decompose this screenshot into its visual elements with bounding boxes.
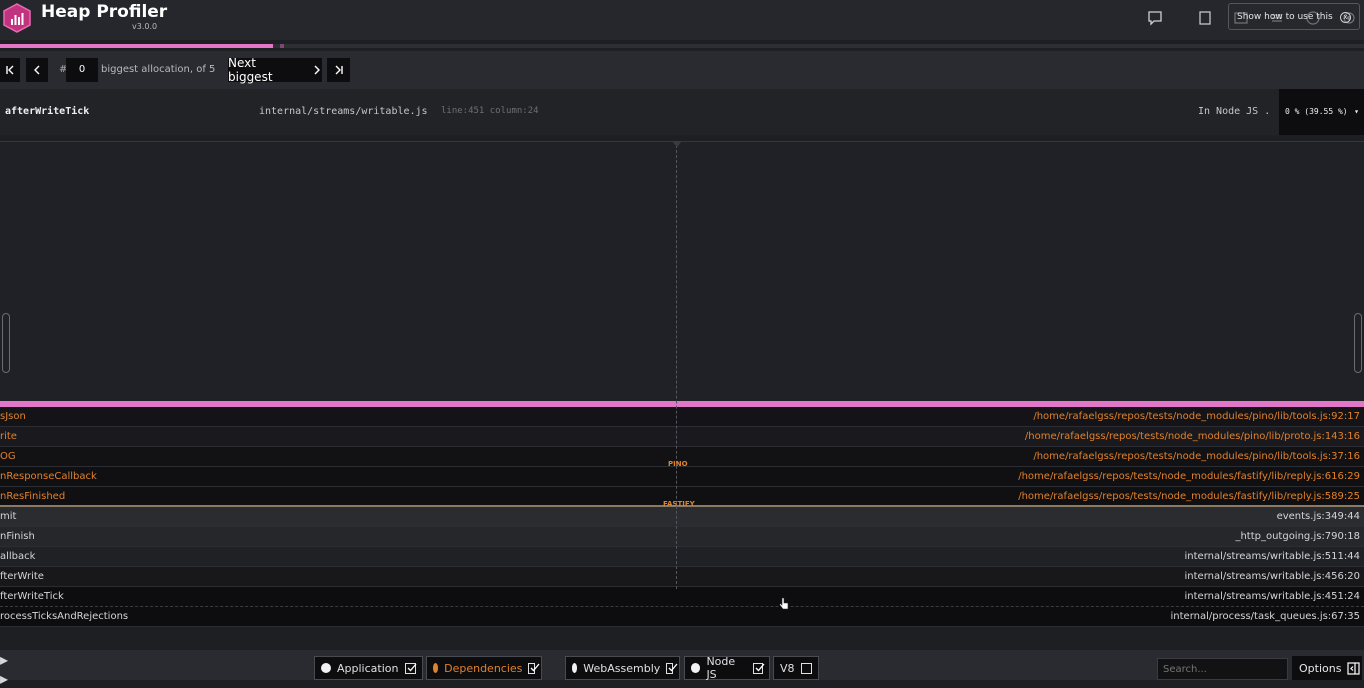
options-button[interactable]: Options xyxy=(1292,656,1362,680)
stack-frame-path: /home/rafaelgss/repos/tests/node_modules… xyxy=(1018,491,1360,502)
how-to-use-tooltip[interactable]: Show how to use this x xyxy=(1228,3,1360,30)
webassembly-checkbox-icon[interactable] xyxy=(666,662,678,674)
stack-frame-path: /home/rafaelgss/repos/tests/node_modules… xyxy=(1018,471,1360,482)
stack-frame-path: internal/streams/writable.js:456:20 xyxy=(1184,571,1360,582)
frame-percent-dropdown[interactable]: 0 % (39.55 %) ▾ xyxy=(1279,89,1364,135)
close-icon[interactable]: x xyxy=(1340,12,1351,23)
search-input[interactable] xyxy=(1157,658,1288,680)
next-biggest-button[interactable]: Next biggest xyxy=(228,56,322,84)
filter-nodejs[interactable]: Node JS xyxy=(684,655,770,681)
allocation-navigation: # 0 biggest allocation, of 5 Next bigges… xyxy=(0,51,1364,89)
stack-frame-function: fterWriteTick xyxy=(0,591,64,602)
stack-frame-row[interactable]: fterWrite internal/streams/writable.js:45… xyxy=(0,567,1364,587)
caret-down-icon: ▾ xyxy=(1354,107,1359,116)
frame-function-name: afterWriteTick xyxy=(5,106,90,117)
stack-frame-function: fterWrite xyxy=(0,571,44,582)
nodejs-dot-icon xyxy=(691,663,701,673)
group-label-pino: PINO xyxy=(668,460,688,468)
stack-frame-function: mit xyxy=(0,511,17,522)
nodejs-checkbox-icon[interactable] xyxy=(752,662,764,674)
stack-frame-path: internal/streams/writable.js:511:44 xyxy=(1184,551,1360,562)
scroll-handle-left[interactable] xyxy=(2,313,10,373)
first-page-icon[interactable] xyxy=(0,58,20,82)
stack-frame-function: OG xyxy=(0,451,16,462)
stack-frame-row[interactable]: rite/home/rafaelgss/repos/tests/node_mod… xyxy=(0,427,1364,447)
allocation-description: biggest allocation, of 5 xyxy=(101,64,216,75)
stack-frame-function: nResFinished xyxy=(0,491,66,502)
center-guide-cap xyxy=(672,141,682,147)
panel-icon[interactable] xyxy=(1194,7,1216,29)
scroll-handle-right[interactable] xyxy=(1354,313,1362,373)
next-biggest-label: Next biggest xyxy=(228,56,273,84)
stack-frame-row[interactable]: rocessTicksAndRejections internal/process… xyxy=(0,607,1364,627)
dependencies-checkbox-icon[interactable] xyxy=(528,662,540,674)
app-title: Heap Profiler xyxy=(41,2,168,22)
stack-frame-row[interactable]: mit events.js:349:44 xyxy=(0,507,1364,527)
webassembly-dot-icon xyxy=(572,663,578,673)
app-version: v3.0.0 xyxy=(132,22,158,31)
application-checkbox-icon[interactable] xyxy=(405,662,417,674)
stack-frame-row[interactable]: nResponseCallback/home/rafaelgss/repos/t… xyxy=(0,467,1364,487)
stack-frame-path: /home/rafaelgss/repos/tests/node_modules… xyxy=(1024,431,1360,442)
previous-icon[interactable] xyxy=(26,58,48,82)
dependencies-label: Dependencies xyxy=(444,661,523,675)
stack-frame-path: internal/process/task_queues.js:67:35 xyxy=(1170,611,1360,622)
stack-trace-list: sJson/home/rafaelgss/repos/tests/node_mo… xyxy=(0,407,1364,627)
stack-frame-path: internal/streams/writable.js:451:24 xyxy=(1184,591,1360,602)
frame-percent-value: 0 % (39.55 %) xyxy=(1285,107,1348,116)
stack-frame-function: nFinish xyxy=(0,531,35,542)
stack-frame-function: allback xyxy=(0,551,36,562)
stack-frame-function: sJson xyxy=(0,411,26,422)
frame-file-path: internal/streams/writable.js xyxy=(259,106,428,117)
application-dot-icon xyxy=(321,663,331,673)
last-page-icon[interactable] xyxy=(327,58,350,82)
stack-frame-path: events.js:349:44 xyxy=(1276,511,1360,522)
stack-frame-path: /home/rafaelgss/repos/tests/node_modules… xyxy=(1033,451,1360,462)
frame-category: In Node JS . xyxy=(1198,106,1271,117)
frame-location: line:451 column:24 xyxy=(441,106,539,116)
footer-bar: Application Dependencies ▸ WebAssembly N… xyxy=(0,650,1364,688)
panel-toggle-icon xyxy=(1347,661,1361,675)
nodejs-label: Node JS xyxy=(706,655,736,681)
hand-cursor-icon xyxy=(779,597,789,610)
flame-graph-area[interactable] xyxy=(0,141,1364,401)
tooltip-text: Show how to use this xyxy=(1237,12,1333,22)
heap-profiler-logo xyxy=(3,3,31,33)
filter-webassembly[interactable]: WebAssembly xyxy=(565,656,680,680)
dependencies-dot-icon xyxy=(433,663,439,673)
stack-frame-row[interactable]: fterWriteTick internal/streams/writable.j… xyxy=(0,587,1364,607)
filter-application[interactable]: Application xyxy=(314,656,423,680)
stack-frame-function: nResponseCallback xyxy=(0,471,97,482)
stack-frame-row[interactable]: sJson/home/rafaelgss/repos/tests/node_mo… xyxy=(0,407,1364,427)
stack-frame-path: /home/rafaelgss/repos/tests/node_modules… xyxy=(1033,411,1360,422)
progress-fill xyxy=(0,44,273,48)
application-label: Application xyxy=(337,661,399,675)
stack-frame-function: rite xyxy=(0,431,17,442)
stack-frame-row[interactable]: allback internal/streams/writable.js:511:… xyxy=(0,547,1364,567)
filter-dependencies[interactable]: Dependencies xyxy=(426,656,542,680)
options-label: Options xyxy=(1299,661,1342,675)
allocation-progress xyxy=(0,44,1364,48)
v8-label: V8 xyxy=(780,661,795,675)
stack-frame-row[interactable]: nFinish _http_outgoing.js:790:18 xyxy=(0,527,1364,547)
v8-checkbox-icon[interactable] xyxy=(801,662,812,674)
chevron-right-icon xyxy=(314,65,320,75)
center-guide-line xyxy=(676,145,677,589)
webassembly-label: WebAssembly xyxy=(583,661,661,675)
selected-frame-info: afterWriteTick internal/streams/writable… xyxy=(0,89,1364,135)
progress-marker xyxy=(279,44,284,48)
app-header: Heap Profiler v3.0.0 Show how to use thi… xyxy=(0,0,1364,40)
stack-frame-function: rocessTicksAndRejections xyxy=(0,611,129,622)
group-label-fastify: FASTIFY xyxy=(663,500,695,508)
allocation-index-input[interactable]: 0 xyxy=(66,58,98,82)
stack-frame-path: _http_outgoing.js:790:18 xyxy=(1235,531,1360,542)
feedback-icon[interactable] xyxy=(1144,7,1166,29)
filter-v8[interactable]: V8 xyxy=(773,656,819,680)
